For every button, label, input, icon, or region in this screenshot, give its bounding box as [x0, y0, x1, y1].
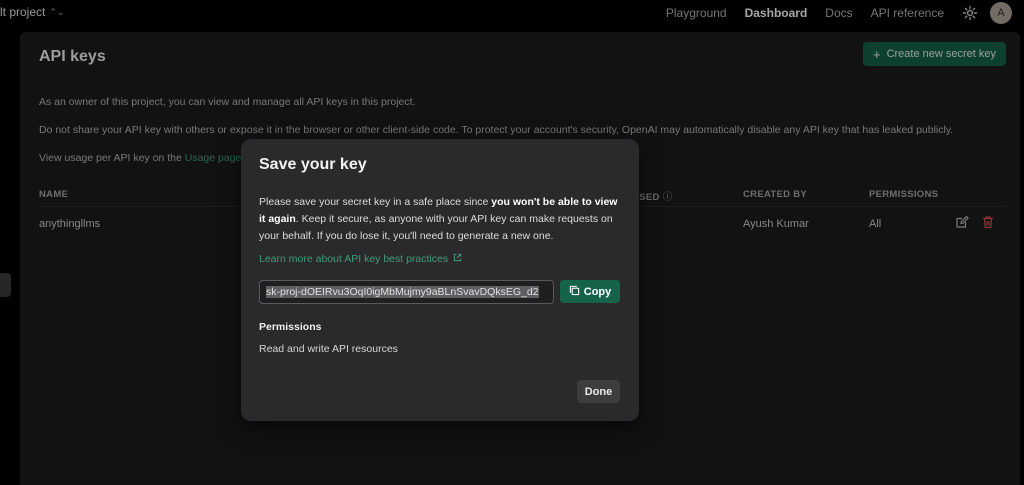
dialog-message-end: . Keep it secure, as anyone with your AP…: [259, 213, 613, 242]
best-practices-link[interactable]: Learn more about API key best practices: [259, 253, 462, 265]
save-key-dialog: Save your key Please save your secret ke…: [241, 139, 639, 421]
dialog-message: Please save your secret key in a safe pl…: [259, 194, 624, 245]
permissions-value: Read and write API resources: [259, 343, 398, 355]
copy-button[interactable]: Copy: [560, 280, 620, 303]
done-button[interactable]: Done: [577, 380, 620, 403]
external-link-icon: [453, 253, 462, 265]
secret-key-field[interactable]: sk-proj-dOEIRvu3OqI0igMbMujmy9aBLnSvavDQ…: [259, 280, 554, 304]
secret-key-value: sk-proj-dOEIRvu3OqI0igMbMujmy9aBLnSvavDQ…: [266, 286, 539, 298]
best-practices-label: Learn more about API key best practices: [259, 253, 449, 265]
permissions-heading: Permissions: [259, 321, 322, 333]
copy-label: Copy: [583, 285, 612, 298]
dialog-title: Save your key: [259, 156, 367, 173]
copy-icon: [569, 285, 580, 299]
dialog-message-start: Please save your secret key in a safe pl…: [259, 196, 492, 208]
